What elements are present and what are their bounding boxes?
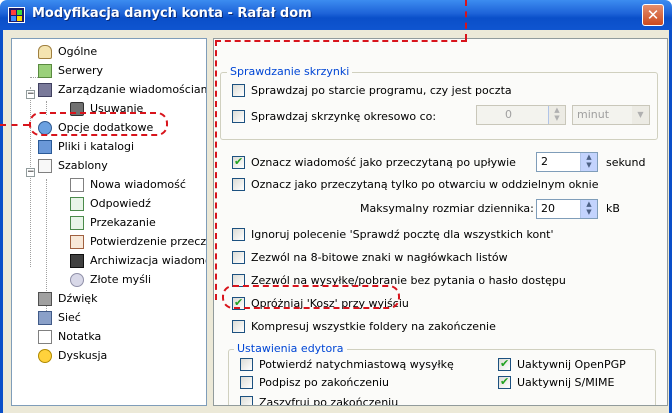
- spinner-arrows-icon[interactable]: ▲ ▼: [580, 200, 597, 218]
- spinner-arrows-icon[interactable]: ▲ ▼: [548, 106, 565, 124]
- settings-tree[interactable]: − − Ogólne Serwery Zarządzanie wiadomośc…: [11, 38, 207, 406]
- window-title: Modyfikacja danych konta - Rafał dom: [32, 6, 312, 21]
- close-icon: ✕: [646, 6, 660, 24]
- check-on-start-checkbox[interactable]: [232, 84, 245, 97]
- folders-icon: [38, 140, 52, 154]
- note-icon: [38, 330, 52, 344]
- title-bar[interactable]: Modyfikacja danych konta - Rafał dom ✕: [0, 0, 672, 30]
- pointer-line-left: [0, 124, 29, 126]
- highlight-empty-trash: [222, 285, 400, 309]
- enable-smime-checkbox[interactable]: [498, 374, 511, 390]
- close-button[interactable]: ✕: [642, 4, 664, 26]
- forward-icon: [70, 216, 84, 230]
- expander-templates[interactable]: −: [26, 168, 35, 177]
- mark-read-after-checkbox[interactable]: [232, 154, 245, 170]
- sign-on-finish-checkbox[interactable]: [240, 376, 253, 389]
- log-size-label: Maksymalny rozmiar dziennika:: [360, 202, 534, 215]
- mark-read-on-open-checkbox[interactable]: [232, 178, 245, 191]
- log-size-spinner[interactable]: 20 ▲ ▼: [536, 199, 598, 219]
- sound-icon: [38, 292, 52, 306]
- templates-icon: [38, 159, 52, 173]
- mailbox-check-group-title: Sprawdzanie skrzynki: [227, 65, 353, 78]
- highlight-extra-options: [29, 112, 168, 136]
- log-size-unit: kB: [606, 202, 620, 215]
- encrypt-on-finish-checkbox[interactable]: [240, 396, 253, 405]
- read-receipt-icon: [70, 235, 84, 249]
- spinner-arrows-icon[interactable]: ▲ ▼: [580, 153, 597, 171]
- network-icon: [38, 311, 52, 325]
- app-logo-icon: [8, 7, 25, 23]
- reply-icon: [70, 197, 84, 211]
- chevron-down-icon: ▼: [632, 106, 649, 124]
- mark-read-seconds-spinner[interactable]: 2 ▲ ▼: [536, 152, 598, 172]
- allow-8bit-checkbox[interactable]: [232, 251, 245, 264]
- new-message-icon: [70, 178, 84, 192]
- servers-icon: [38, 64, 52, 78]
- expander-messages[interactable]: −: [26, 90, 35, 99]
- confirm-send-checkbox[interactable]: [240, 358, 253, 371]
- mark-read-seconds-unit: sekund: [606, 156, 646, 169]
- dialog-body: − − Ogólne Serwery Zarządzanie wiadomośc…: [0, 30, 672, 413]
- archive-icon: [70, 254, 84, 268]
- editor-settings-group-title: Ustawienia edytora: [234, 342, 347, 355]
- general-icon: [38, 45, 52, 59]
- pointer-line-horizontal: [215, 40, 467, 42]
- account-settings-window: Modyfikacja danych konta - Rafał dom ✕ −…: [0, 0, 672, 413]
- message-management-icon: [38, 83, 52, 97]
- ignore-check-all-checkbox[interactable]: [232, 228, 245, 241]
- quotes-icon: [70, 273, 84, 287]
- check-period-unit-select[interactable]: minut ▼: [572, 105, 650, 125]
- check-period-spinner[interactable]: 0 ▲ ▼: [476, 105, 566, 125]
- compress-folders-checkbox[interactable]: [232, 320, 245, 333]
- options-panel: Sprawdzanie skrzynki Sprawdzaj po starci…: [213, 38, 668, 406]
- discussion-icon: [38, 349, 52, 363]
- pointer-line-down: [215, 40, 217, 300]
- pointer-line-top-vertical: [465, 0, 467, 40]
- check-periodically-checkbox[interactable]: [232, 110, 245, 123]
- enable-openpgp-checkbox[interactable]: [498, 356, 511, 372]
